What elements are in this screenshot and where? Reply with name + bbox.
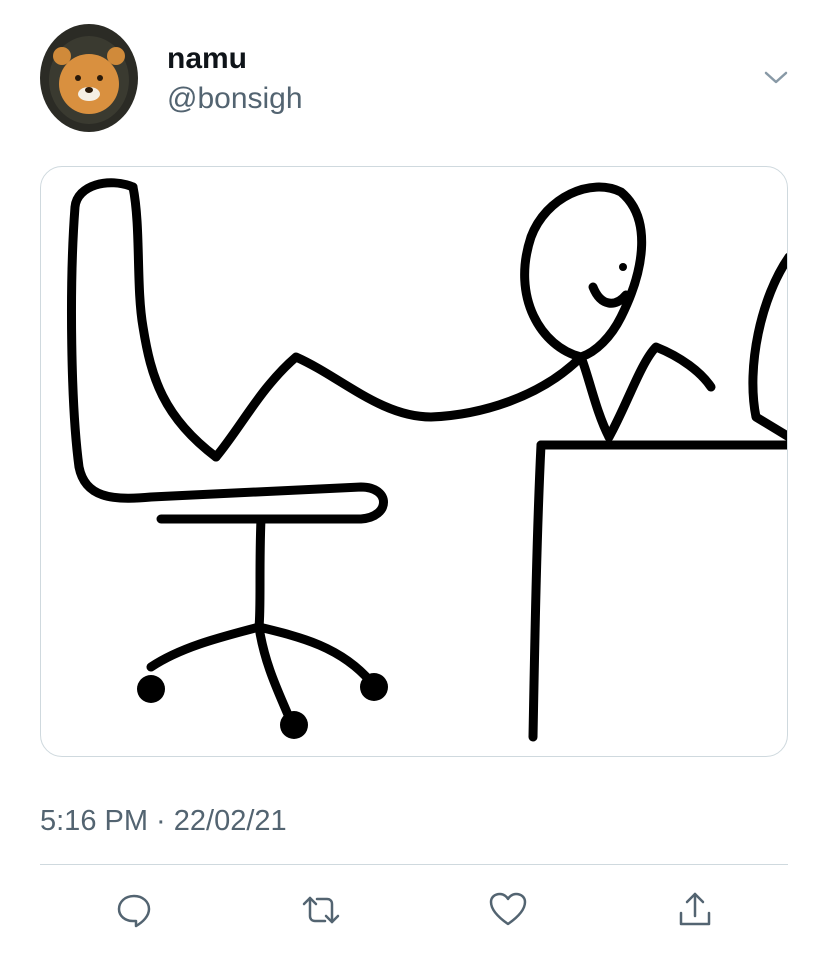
share-button[interactable] xyxy=(673,888,717,932)
avatar[interactable] xyxy=(40,24,138,132)
like-button[interactable] xyxy=(486,888,530,932)
divider xyxy=(40,864,788,865)
chevron-down-icon xyxy=(764,71,788,84)
share-upload-icon xyxy=(679,892,711,926)
author-display-name[interactable]: namu xyxy=(167,42,247,76)
stick-figure-drawing xyxy=(67,178,787,742)
retweet-button[interactable] xyxy=(299,888,343,932)
reply-button[interactable] xyxy=(112,888,156,932)
retweet-arrows-icon xyxy=(302,896,340,924)
more-options-button[interactable] xyxy=(760,66,792,90)
heart-icon xyxy=(489,892,527,926)
tweet-media[interactable] xyxy=(40,166,788,757)
avatar-image xyxy=(40,24,138,132)
tweet-timestamp[interactable]: 5:16 PM · 22/02/21 xyxy=(40,805,287,838)
speech-bubble-icon xyxy=(117,894,151,928)
author-handle[interactable]: @bonsigh xyxy=(167,82,303,116)
